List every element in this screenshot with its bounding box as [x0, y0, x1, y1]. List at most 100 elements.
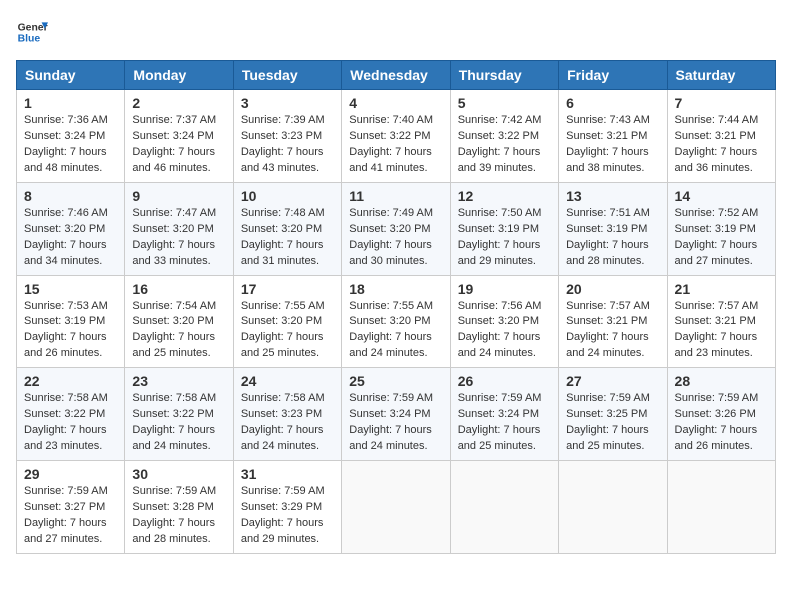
- cell-info: Sunrise: 7:39 AM Sunset: 3:23 PM Dayligh…: [241, 113, 334, 177]
- weekday-header-friday: Friday: [559, 61, 667, 90]
- day-number: 11: [349, 188, 442, 204]
- cell-info: Sunrise: 7:55 AM Sunset: 3:20 PM Dayligh…: [349, 299, 442, 363]
- calendar-day-9: 9 Sunrise: 7:47 AM Sunset: 3:20 PM Dayli…: [125, 182, 233, 275]
- day-number: 24: [241, 373, 334, 389]
- calendar-day-20: 20 Sunrise: 7:57 AM Sunset: 3:21 PM Dayl…: [559, 275, 667, 368]
- cell-info: Sunrise: 7:47 AM Sunset: 3:20 PM Dayligh…: [132, 206, 225, 270]
- calendar-day-25: 25 Sunrise: 7:59 AM Sunset: 3:24 PM Dayl…: [342, 368, 450, 461]
- calendar-day-3: 3 Sunrise: 7:39 AM Sunset: 3:23 PM Dayli…: [233, 90, 341, 183]
- cell-info: Sunrise: 7:36 AM Sunset: 3:24 PM Dayligh…: [24, 113, 117, 177]
- cell-info: Sunrise: 7:56 AM Sunset: 3:20 PM Dayligh…: [458, 299, 551, 363]
- empty-cell: [450, 461, 558, 554]
- calendar-day-8: 8 Sunrise: 7:46 AM Sunset: 3:20 PM Dayli…: [17, 182, 125, 275]
- cell-info: Sunrise: 7:53 AM Sunset: 3:19 PM Dayligh…: [24, 299, 117, 363]
- cell-info: Sunrise: 7:58 AM Sunset: 3:23 PM Dayligh…: [241, 391, 334, 455]
- day-number: 15: [24, 281, 117, 297]
- cell-info: Sunrise: 7:58 AM Sunset: 3:22 PM Dayligh…: [132, 391, 225, 455]
- weekday-header-saturday: Saturday: [667, 61, 775, 90]
- cell-info: Sunrise: 7:52 AM Sunset: 3:19 PM Dayligh…: [675, 206, 768, 270]
- cell-info: Sunrise: 7:59 AM Sunset: 3:24 PM Dayligh…: [458, 391, 551, 455]
- calendar-day-17: 17 Sunrise: 7:55 AM Sunset: 3:20 PM Dayl…: [233, 275, 341, 368]
- day-number: 21: [675, 281, 768, 297]
- day-number: 17: [241, 281, 334, 297]
- weekday-header-monday: Monday: [125, 61, 233, 90]
- calendar-day-19: 19 Sunrise: 7:56 AM Sunset: 3:20 PM Dayl…: [450, 275, 558, 368]
- cell-info: Sunrise: 7:59 AM Sunset: 3:24 PM Dayligh…: [349, 391, 442, 455]
- calendar-day-28: 28 Sunrise: 7:59 AM Sunset: 3:26 PM Dayl…: [667, 368, 775, 461]
- day-number: 2: [132, 95, 225, 111]
- calendar-week-4: 22 Sunrise: 7:58 AM Sunset: 3:22 PM Dayl…: [17, 368, 776, 461]
- cell-info: Sunrise: 7:57 AM Sunset: 3:21 PM Dayligh…: [675, 299, 768, 363]
- weekday-header-thursday: Thursday: [450, 61, 558, 90]
- cell-info: Sunrise: 7:54 AM Sunset: 3:20 PM Dayligh…: [132, 299, 225, 363]
- calendar-header-row: SundayMondayTuesdayWednesdayThursdayFrid…: [17, 61, 776, 90]
- day-number: 19: [458, 281, 551, 297]
- calendar-day-1: 1 Sunrise: 7:36 AM Sunset: 3:24 PM Dayli…: [17, 90, 125, 183]
- calendar-day-13: 13 Sunrise: 7:51 AM Sunset: 3:19 PM Dayl…: [559, 182, 667, 275]
- cell-info: Sunrise: 7:57 AM Sunset: 3:21 PM Dayligh…: [566, 299, 659, 363]
- calendar-week-3: 15 Sunrise: 7:53 AM Sunset: 3:19 PM Dayl…: [17, 275, 776, 368]
- cell-info: Sunrise: 7:59 AM Sunset: 3:27 PM Dayligh…: [24, 484, 117, 548]
- calendar-day-15: 15 Sunrise: 7:53 AM Sunset: 3:19 PM Dayl…: [17, 275, 125, 368]
- calendar-day-30: 30 Sunrise: 7:59 AM Sunset: 3:28 PM Dayl…: [125, 461, 233, 554]
- cell-info: Sunrise: 7:49 AM Sunset: 3:20 PM Dayligh…: [349, 206, 442, 270]
- day-number: 13: [566, 188, 659, 204]
- calendar-day-11: 11 Sunrise: 7:49 AM Sunset: 3:20 PM Dayl…: [342, 182, 450, 275]
- calendar-day-21: 21 Sunrise: 7:57 AM Sunset: 3:21 PM Dayl…: [667, 275, 775, 368]
- page-header: General Blue: [16, 16, 776, 48]
- day-number: 18: [349, 281, 442, 297]
- day-number: 4: [349, 95, 442, 111]
- day-number: 31: [241, 466, 334, 482]
- day-number: 3: [241, 95, 334, 111]
- cell-info: Sunrise: 7:55 AM Sunset: 3:20 PM Dayligh…: [241, 299, 334, 363]
- cell-info: Sunrise: 7:43 AM Sunset: 3:21 PM Dayligh…: [566, 113, 659, 177]
- day-number: 20: [566, 281, 659, 297]
- day-number: 23: [132, 373, 225, 389]
- cell-info: Sunrise: 7:42 AM Sunset: 3:22 PM Dayligh…: [458, 113, 551, 177]
- calendar-day-18: 18 Sunrise: 7:55 AM Sunset: 3:20 PM Dayl…: [342, 275, 450, 368]
- day-number: 7: [675, 95, 768, 111]
- calendar-day-31: 31 Sunrise: 7:59 AM Sunset: 3:29 PM Dayl…: [233, 461, 341, 554]
- empty-cell: [559, 461, 667, 554]
- day-number: 29: [24, 466, 117, 482]
- calendar-day-14: 14 Sunrise: 7:52 AM Sunset: 3:19 PM Dayl…: [667, 182, 775, 275]
- cell-info: Sunrise: 7:48 AM Sunset: 3:20 PM Dayligh…: [241, 206, 334, 270]
- day-number: 12: [458, 188, 551, 204]
- cell-info: Sunrise: 7:59 AM Sunset: 3:29 PM Dayligh…: [241, 484, 334, 548]
- day-number: 25: [349, 373, 442, 389]
- day-number: 28: [675, 373, 768, 389]
- calendar-day-7: 7 Sunrise: 7:44 AM Sunset: 3:21 PM Dayli…: [667, 90, 775, 183]
- cell-info: Sunrise: 7:46 AM Sunset: 3:20 PM Dayligh…: [24, 206, 117, 270]
- cell-info: Sunrise: 7:44 AM Sunset: 3:21 PM Dayligh…: [675, 113, 768, 177]
- day-number: 6: [566, 95, 659, 111]
- calendar-day-22: 22 Sunrise: 7:58 AM Sunset: 3:22 PM Dayl…: [17, 368, 125, 461]
- calendar-day-27: 27 Sunrise: 7:59 AM Sunset: 3:25 PM Dayl…: [559, 368, 667, 461]
- day-number: 8: [24, 188, 117, 204]
- weekday-header-sunday: Sunday: [17, 61, 125, 90]
- calendar-day-6: 6 Sunrise: 7:43 AM Sunset: 3:21 PM Dayli…: [559, 90, 667, 183]
- calendar-table: SundayMondayTuesdayWednesdayThursdayFrid…: [16, 60, 776, 554]
- day-number: 16: [132, 281, 225, 297]
- day-number: 10: [241, 188, 334, 204]
- weekday-header-wednesday: Wednesday: [342, 61, 450, 90]
- svg-text:Blue: Blue: [18, 34, 41, 45]
- cell-info: Sunrise: 7:40 AM Sunset: 3:22 PM Dayligh…: [349, 113, 442, 177]
- calendar-day-29: 29 Sunrise: 7:59 AM Sunset: 3:27 PM Dayl…: [17, 461, 125, 554]
- empty-cell: [342, 461, 450, 554]
- calendar-week-1: 1 Sunrise: 7:36 AM Sunset: 3:24 PM Dayli…: [17, 90, 776, 183]
- day-number: 14: [675, 188, 768, 204]
- calendar-day-16: 16 Sunrise: 7:54 AM Sunset: 3:20 PM Dayl…: [125, 275, 233, 368]
- cell-info: Sunrise: 7:59 AM Sunset: 3:26 PM Dayligh…: [675, 391, 768, 455]
- cell-info: Sunrise: 7:51 AM Sunset: 3:19 PM Dayligh…: [566, 206, 659, 270]
- empty-cell: [667, 461, 775, 554]
- day-number: 5: [458, 95, 551, 111]
- cell-info: Sunrise: 7:59 AM Sunset: 3:25 PM Dayligh…: [566, 391, 659, 455]
- day-number: 22: [24, 373, 117, 389]
- calendar-day-12: 12 Sunrise: 7:50 AM Sunset: 3:19 PM Dayl…: [450, 182, 558, 275]
- calendar-day-4: 4 Sunrise: 7:40 AM Sunset: 3:22 PM Dayli…: [342, 90, 450, 183]
- cell-info: Sunrise: 7:50 AM Sunset: 3:19 PM Dayligh…: [458, 206, 551, 270]
- calendar-week-5: 29 Sunrise: 7:59 AM Sunset: 3:27 PM Dayl…: [17, 461, 776, 554]
- calendar-day-24: 24 Sunrise: 7:58 AM Sunset: 3:23 PM Dayl…: [233, 368, 341, 461]
- calendar-week-2: 8 Sunrise: 7:46 AM Sunset: 3:20 PM Dayli…: [17, 182, 776, 275]
- logo: General Blue: [16, 16, 48, 48]
